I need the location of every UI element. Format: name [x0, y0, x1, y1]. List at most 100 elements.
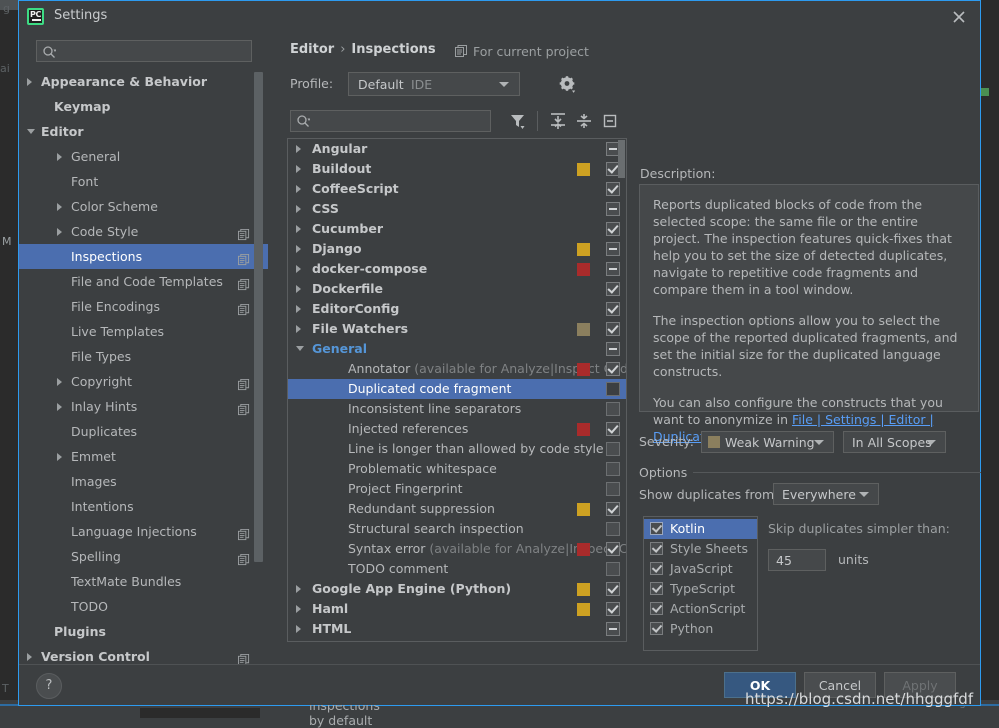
profile-dropdown[interactable]: Default IDE [348, 72, 520, 96]
inspection-row[interactable]: File Watchers [288, 319, 626, 339]
sidebar-item-appearance-behavior[interactable]: Appearance & Behavior [19, 69, 268, 94]
scope-dropdown[interactable]: In All Scopes [843, 431, 946, 453]
filter-icon[interactable] [507, 110, 529, 132]
inspection-row[interactable]: CoffeeScript [288, 179, 626, 199]
inspection-checkbox[interactable] [606, 482, 620, 496]
chevron-right-icon[interactable] [57, 453, 62, 461]
collapse-all-icon[interactable] [573, 110, 595, 132]
inspection-row[interactable]: EditorConfig [288, 299, 626, 319]
inspection-row[interactable]: Problematic whitespace [288, 459, 626, 479]
chevron-right-icon[interactable] [57, 228, 62, 236]
chevron-right-icon[interactable] [27, 78, 32, 86]
inspection-checkbox[interactable] [606, 542, 620, 556]
inspection-row[interactable]: Haml [288, 599, 626, 619]
language-checkbox[interactable] [650, 542, 663, 555]
show-duplicates-dropdown[interactable]: Everywhere [773, 483, 879, 505]
inspection-row[interactable]: HTML [288, 619, 626, 639]
sidebar-scrollbar[interactable] [254, 72, 263, 562]
sidebar-item-images[interactable]: Images [19, 469, 268, 494]
chevron-right-icon[interactable] [296, 225, 301, 233]
close-icon[interactable] [948, 6, 970, 28]
inspection-checkbox[interactable] [606, 362, 620, 376]
language-checkbox[interactable] [650, 522, 663, 535]
sidebar-item-duplicates[interactable]: Duplicates [19, 419, 268, 444]
inspection-row[interactable]: Syntax error (available for Analyze|Insp… [288, 539, 626, 559]
language-checkbox[interactable] [650, 602, 663, 615]
inspection-checkbox[interactable] [606, 602, 620, 616]
inspection-checkbox[interactable] [606, 262, 620, 276]
inspection-checkbox[interactable] [606, 182, 620, 196]
chevron-right-icon[interactable] [296, 605, 301, 613]
chevron-right-icon[interactable] [296, 585, 301, 593]
language-checkbox[interactable] [650, 622, 663, 635]
inspection-row[interactable]: docker-compose [288, 259, 626, 279]
sidebar-item-intentions[interactable]: Intentions [19, 494, 268, 519]
language-checkbox[interactable] [650, 562, 663, 575]
inspection-row[interactable]: Structural search inspection [288, 519, 626, 539]
inspection-checkbox[interactable] [606, 202, 620, 216]
inspection-checkbox[interactable] [606, 402, 620, 416]
inspection-checkbox[interactable] [606, 242, 620, 256]
severity-dropdown[interactable]: Weak Warning [701, 431, 834, 453]
sidebar-item-color-scheme[interactable]: Color Scheme [19, 194, 268, 219]
inspection-checkbox[interactable] [606, 582, 620, 596]
inspection-row[interactable]: Google App Engine (Python) [288, 579, 626, 599]
search-input[interactable] [36, 40, 252, 62]
sidebar-item-general[interactable]: General [19, 144, 268, 169]
expand-all-icon[interactable] [547, 110, 569, 132]
sidebar-item-plugins[interactable]: Plugins [19, 619, 268, 644]
inspections-search-input[interactable] [290, 110, 491, 132]
help-button[interactable]: ? [36, 673, 62, 699]
inspection-checkbox[interactable] [606, 222, 620, 236]
reset-icon[interactable] [599, 110, 621, 132]
inspection-checkbox[interactable] [606, 442, 620, 456]
inspection-checkbox[interactable] [606, 422, 620, 436]
skip-units-input[interactable]: 45 [768, 549, 826, 571]
inspection-checkbox[interactable] [606, 382, 620, 396]
sidebar-item-copyright[interactable]: Copyright [19, 369, 268, 394]
chevron-right-icon[interactable] [296, 245, 301, 253]
sidebar-item-todo[interactable]: TODO [19, 594, 268, 619]
inspection-checkbox[interactable] [606, 462, 620, 476]
language-checkbox[interactable] [650, 582, 663, 595]
chevron-right-icon[interactable] [57, 203, 62, 211]
sidebar-item-spelling[interactable]: Spelling [19, 544, 268, 569]
sidebar-item-font[interactable]: Font [19, 169, 268, 194]
sidebar-item-inspections[interactable]: Inspections [19, 244, 268, 269]
inspection-row[interactable]: TODO comment [288, 559, 626, 579]
inspection-row[interactable]: General [288, 339, 626, 359]
inspection-row[interactable]: Dockerfile [288, 279, 626, 299]
inspection-row[interactable]: Buildout [288, 159, 626, 179]
chevron-right-icon[interactable] [296, 265, 301, 273]
inspection-row[interactable]: CSS [288, 199, 626, 219]
inspection-checkbox[interactable] [606, 562, 620, 576]
chevron-right-icon[interactable] [296, 625, 301, 633]
inspection-row[interactable]: Inconsistent line separators [288, 399, 626, 419]
chevron-down-icon[interactable] [296, 346, 304, 351]
inspection-row[interactable]: Line is longer than allowed by code styl… [288, 439, 626, 459]
chevron-right-icon[interactable] [296, 205, 301, 213]
inspection-checkbox[interactable] [606, 522, 620, 536]
sidebar-item-code-style[interactable]: Code Style [19, 219, 268, 244]
language-list-item[interactable]: TypeScript [644, 579, 757, 599]
inspection-row[interactable]: Angular [288, 139, 626, 159]
inspection-checkbox[interactable] [606, 502, 620, 516]
inspections-tree[interactable]: Angular Buildout CoffeeScript CSS Cucumber Dj… [287, 138, 627, 642]
language-list[interactable]: Kotlin Style Sheets JavaScript TypeScript Ac… [643, 516, 758, 651]
inspection-row[interactable]: Injected references [288, 419, 626, 439]
inspection-checkbox[interactable] [606, 622, 620, 636]
language-list-item[interactable]: Style Sheets [644, 539, 757, 559]
sidebar-item-emmet[interactable]: Emmet [19, 444, 268, 469]
sidebar-item-file-and-code-templates[interactable]: File and Code Templates [19, 269, 268, 294]
inspection-row[interactable]: Project Fingerprint [288, 479, 626, 499]
inspection-row[interactable]: Redundant suppression [288, 499, 626, 519]
sidebar-item-textmate-bundles[interactable]: TextMate Bundles [19, 569, 268, 594]
chevron-right-icon[interactable] [57, 153, 62, 161]
sidebar-tree[interactable]: Appearance & Behavior Keymap Editor General… [19, 69, 268, 665]
chevron-right-icon[interactable] [57, 378, 62, 386]
breadcrumb-root[interactable]: Editor [290, 42, 334, 57]
sidebar-item-language-injections[interactable]: Language Injections [19, 519, 268, 544]
chevron-right-icon[interactable] [296, 305, 301, 313]
chevron-right-icon[interactable] [296, 145, 301, 153]
inspection-row[interactable]: Cucumber [288, 219, 626, 239]
